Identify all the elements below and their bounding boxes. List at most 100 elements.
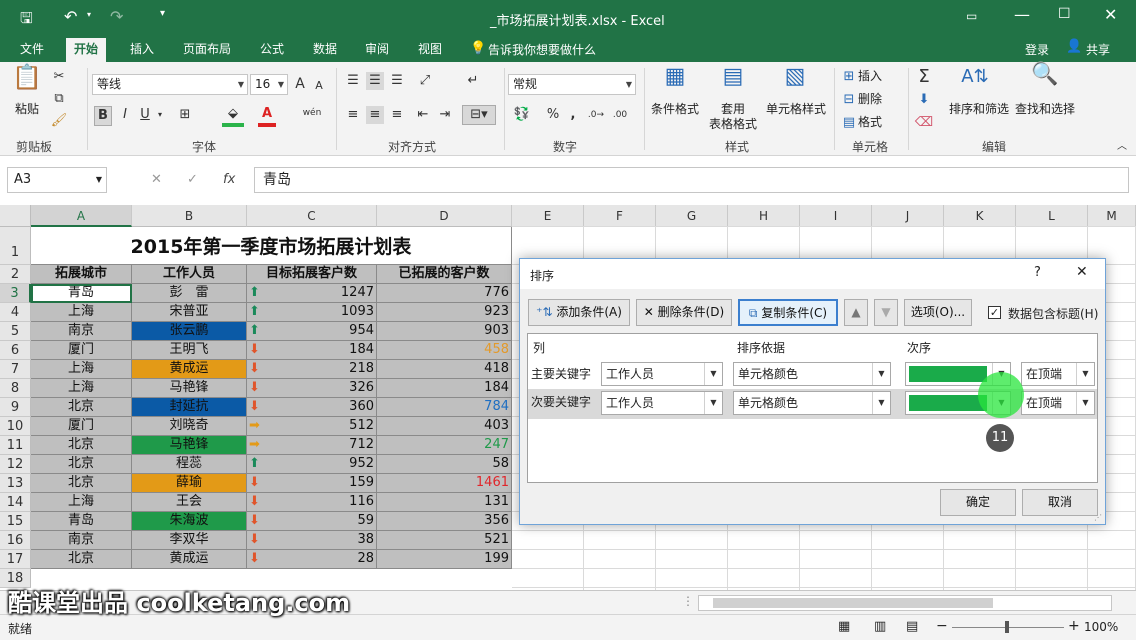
move-down-button[interactable]: ▼	[874, 299, 898, 326]
format-painter-icon[interactable]: 🖌	[50, 112, 68, 130]
person-cell[interactable]: 马艳锋	[132, 379, 247, 398]
login-link[interactable]: 登录	[1025, 41, 1049, 58]
help-button[interactable]: ?	[1034, 265, 1041, 280]
done-cell[interactable]: 403	[377, 417, 512, 436]
cut-icon[interactable]: ✂	[50, 68, 68, 86]
increase-indent-icon[interactable]: ⇥	[436, 106, 454, 124]
target-cell[interactable]: ⬆ 1247	[247, 284, 377, 303]
copy-condition-button[interactable]: ⧉ 复制条件(C)	[738, 299, 838, 326]
done-cell[interactable]: 131	[377, 493, 512, 512]
city-cell[interactable]: 上海	[31, 303, 132, 322]
primary-position-select[interactable]: 在顶端 ▼	[1021, 362, 1095, 386]
row-header-7[interactable]: 7	[0, 360, 31, 379]
city-cell[interactable]: 上海	[31, 360, 132, 379]
column-header-F[interactable]: F	[584, 205, 656, 227]
city-cell[interactable]: 南京	[31, 531, 132, 550]
ribbon-display-icon[interactable]: ▭	[966, 9, 977, 23]
insert-cells-icon[interactable]: ⊞	[840, 68, 858, 86]
column-header-H[interactable]: H	[728, 205, 800, 227]
person-cell[interactable]: 李双华	[132, 531, 247, 550]
comma-icon[interactable]: ,	[566, 106, 580, 124]
person-cell[interactable]: 黄成运	[132, 550, 247, 569]
find-select-button[interactable]: 查找和选择	[1012, 102, 1078, 117]
column-header-B[interactable]: B	[132, 205, 247, 227]
merge-center-icon[interactable]: ⊟▾	[462, 105, 496, 125]
paste-button[interactable]: 粘贴	[12, 102, 42, 117]
format-cells-button[interactable]: 格式	[858, 115, 882, 130]
align-bottom-icon[interactable]: ☰	[388, 72, 406, 90]
zoom-in-button[interactable]: +	[1068, 618, 1080, 634]
add-condition-button[interactable]: ⁺⇅ 添加条件(A)	[528, 299, 630, 326]
header-cell[interactable]: 目标拓展客户数	[247, 265, 377, 284]
row-header-16[interactable]: 16	[0, 531, 31, 550]
horizontal-scrollbar[interactable]	[698, 595, 1112, 611]
sheet-title[interactable]: 2015年第一季度市场拓展计划表	[31, 227, 512, 265]
paste-icon[interactable]: 📋	[12, 65, 42, 98]
done-cell[interactable]: 199	[377, 550, 512, 569]
find-select-icon[interactable]: 🔍	[1030, 64, 1060, 96]
enter-icon[interactable]: ✓	[187, 172, 198, 187]
person-cell[interactable]: 张云鹏	[132, 322, 247, 341]
cell-styles-icon[interactable]: ▧	[780, 66, 810, 98]
city-cell[interactable]: 北京	[31, 436, 132, 455]
city-cell[interactable]: 青岛	[31, 512, 132, 531]
done-cell[interactable]: 784	[377, 398, 512, 417]
split-handle[interactable]: ⋮	[682, 594, 694, 608]
options-button[interactable]: 选项(O)...	[904, 299, 972, 326]
person-cell[interactable]: 彭 雷	[132, 284, 247, 303]
target-cell[interactable]: ⬆ 952	[247, 455, 377, 474]
sort-filter-icon[interactable]: A⇅	[960, 68, 990, 98]
target-cell[interactable]: ⬇ 326	[247, 379, 377, 398]
format-cells-icon[interactable]: ▤	[840, 114, 858, 132]
close-icon[interactable]: ✕	[1104, 5, 1117, 24]
delete-cells-button[interactable]: 删除	[858, 92, 882, 107]
percent-icon[interactable]: %	[544, 106, 562, 124]
done-cell[interactable]: 356	[377, 512, 512, 531]
done-cell[interactable]: 776	[377, 284, 512, 303]
row-header-14[interactable]: 14	[0, 493, 31, 512]
undo-icon[interactable]: ↶	[64, 7, 77, 26]
done-cell[interactable]: 903	[377, 322, 512, 341]
delete-cells-icon[interactable]: ⊟	[840, 91, 858, 109]
person-cell[interactable]: 王明飞	[132, 341, 247, 360]
person-cell[interactable]: 宋普亚	[132, 303, 247, 322]
fill-color-icon[interactable]: ⬙	[222, 105, 244, 127]
save-icon[interactable]: 🖫	[20, 8, 33, 33]
column-header-L[interactable]: L	[1016, 205, 1088, 227]
city-cell[interactable]: 北京	[31, 474, 132, 493]
done-cell[interactable]: 1461	[377, 474, 512, 493]
ok-button[interactable]: 确定	[940, 489, 1016, 516]
secondary-position-select[interactable]: 在顶端 ▼	[1021, 391, 1095, 415]
target-cell[interactable]: ⬆ 1093	[247, 303, 377, 322]
header-cell[interactable]: 拓展城市	[31, 265, 132, 284]
column-header-E[interactable]: E	[512, 205, 584, 227]
italic-button[interactable]: I	[118, 106, 132, 124]
city-cell[interactable]: 上海	[31, 379, 132, 398]
row-header-8[interactable]: 8	[0, 379, 31, 398]
city-cell[interactable]: 北京	[31, 455, 132, 474]
grow-font-icon[interactable]: A	[292, 75, 308, 93]
conditional-format-icon[interactable]: ▦	[660, 66, 690, 98]
zoom-level[interactable]: 100%	[1084, 620, 1118, 634]
target-cell[interactable]: ➡ 712	[247, 436, 377, 455]
conditional-format-button[interactable]: 条件格式	[648, 102, 702, 117]
wrap-text-icon[interactable]: ↵	[462, 72, 484, 90]
target-cell[interactable]: ⬇ 28	[247, 550, 377, 569]
underline-button[interactable]: U	[138, 106, 152, 124]
sort-filter-button[interactable]: 排序和筛选	[946, 102, 1012, 117]
align-right-icon[interactable]: ≡	[388, 106, 406, 124]
move-up-button[interactable]: ▲	[844, 299, 868, 326]
align-top-icon[interactable]: ☰	[344, 72, 362, 90]
target-cell[interactable]: ⬇ 360	[247, 398, 377, 417]
row-header-17[interactable]: 17	[0, 550, 31, 569]
minimize-icon[interactable]: —	[1014, 5, 1030, 24]
share-button[interactable]: 共享	[1086, 41, 1110, 58]
row-header-2[interactable]: 2	[0, 265, 31, 284]
cancel-icon[interactable]: ✕	[151, 172, 162, 187]
cancel-button[interactable]: 取消	[1022, 489, 1098, 516]
tell-me-box[interactable]: 告诉我你想要做什么	[488, 41, 596, 58]
tab-insert[interactable]: 插入	[122, 40, 162, 62]
secondary-column-select[interactable]: 工作人员 ▼	[601, 391, 723, 415]
secondary-sort-on-select[interactable]: 单元格颜色 ▼	[733, 391, 891, 415]
city-cell[interactable]: 北京	[31, 550, 132, 569]
